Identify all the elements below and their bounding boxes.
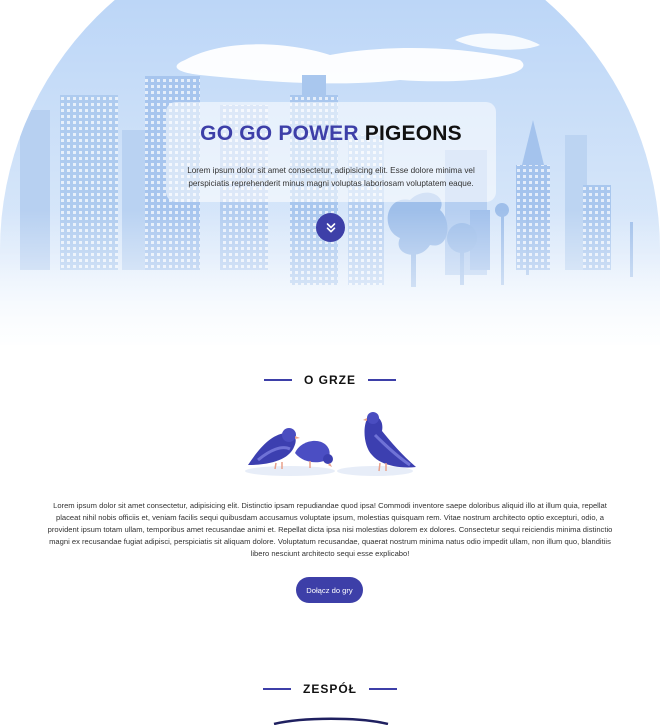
double-chevron-down-icon (326, 222, 335, 232)
team-section-heading: ZESPÓŁ (0, 682, 660, 696)
heading-line-right (369, 688, 397, 690)
hero-title-accent: GO GO POWER (200, 122, 359, 145)
hero-title: GO GO POWER PIGEONS (166, 102, 496, 146)
about-heading-label: O GRZE (303, 373, 356, 387)
join-game-button[interactable]: Dołącz do gry (296, 577, 363, 603)
team-heading-label: ZESPÓŁ (302, 682, 357, 696)
about-description: Lorem ipsum dolor sit amet consectetur, … (47, 501, 613, 558)
heading-line-left (263, 379, 292, 381)
scroll-down-button[interactable] (316, 213, 345, 242)
heading-line-left (262, 688, 291, 690)
hero-card: GO GO POWER PIGEONS Lorem ipsum dolor si… (166, 102, 496, 202)
heading-line-right (368, 379, 396, 381)
team-avatar-arc (273, 717, 389, 725)
pigeons-illustration (245, 412, 416, 476)
hero-section: GO GO POWER PIGEONS Lorem ipsum dolor si… (0, 0, 660, 345)
hero-title-main: PIGEONS (364, 122, 462, 145)
about-section-heading: O GRZE (0, 373, 660, 387)
hero-subtitle: Lorem ipsum dolor sit amet consectetur, … (187, 166, 475, 188)
